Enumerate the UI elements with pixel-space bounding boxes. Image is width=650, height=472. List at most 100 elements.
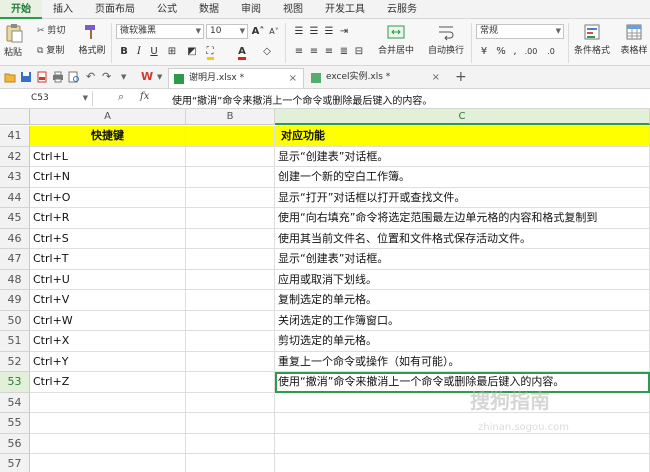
cell-b[interactable] — [186, 413, 275, 434]
magnifier-icon[interactable]: ⌕ — [118, 90, 124, 104]
row-number[interactable]: 47 — [0, 249, 30, 270]
row-number[interactable]: 57 — [0, 454, 30, 472]
cell-c[interactable]: 使用“撤消”命令来撤消上一个命令或删除最后键入的内容。 — [275, 372, 650, 393]
undo-icon[interactable]: ↶ — [86, 71, 98, 83]
conditional-format-button[interactable]: 条件格式 — [572, 23, 612, 57]
row-number[interactable]: 54 — [0, 392, 30, 413]
cell-a[interactable]: Ctrl+R — [30, 208, 186, 229]
cell-b[interactable] — [186, 228, 275, 249]
decrease-font-icon[interactable]: A˅ — [267, 25, 281, 39]
document-tab-2[interactable]: excel实例.xls * × — [306, 68, 446, 88]
menu-tab[interactable]: 开始 — [0, 0, 42, 19]
menu-tab[interactable]: 视图 — [272, 0, 314, 19]
cell-c[interactable]: 使用“向右填充”命令将选定范围最左边单元格的内容和格式复制到 — [275, 208, 650, 229]
cell-c[interactable]: 应用或取消下划线。 — [275, 269, 650, 290]
align-top-icon[interactable]: ☰ — [292, 25, 306, 39]
row-number[interactable]: 51 — [0, 331, 30, 352]
customize-toolbar-icon[interactable]: ▼ — [121, 71, 133, 83]
cell-c[interactable]: 对应功能 — [275, 126, 650, 147]
row-number[interactable]: 56 — [0, 433, 30, 454]
cell-c[interactable] — [275, 433, 650, 454]
cell-a[interactable]: Ctrl+S — [30, 228, 186, 249]
document-tab-1[interactable]: 谢明月.xlsx * × — [168, 68, 304, 88]
align-bottom-icon[interactable]: ☰ — [322, 25, 336, 39]
new-tab-button[interactable]: + — [455, 69, 467, 85]
cell-c[interactable] — [275, 413, 650, 434]
row-number[interactable]: 46 — [0, 228, 30, 249]
row-number[interactable]: 43 — [0, 167, 30, 188]
cell-c[interactable] — [275, 392, 650, 413]
wps-logo-icon[interactable]: W — [141, 71, 153, 83]
cell-c[interactable] — [275, 454, 650, 472]
row-number[interactable]: 41 — [0, 126, 30, 147]
indent-icon[interactable]: ⇥ — [337, 25, 351, 39]
cell-b[interactable] — [186, 331, 275, 352]
currency-icon[interactable]: ¥ — [477, 45, 491, 59]
font-name-select[interactable]: 微软雅黑 ▼ — [116, 24, 204, 39]
cell-c[interactable]: 剪切选定的单元格。 — [275, 331, 650, 352]
cell-a[interactable] — [30, 454, 186, 472]
cell-b[interactable] — [186, 351, 275, 372]
comma-style-icon[interactable]: , — [508, 45, 522, 59]
font-size-select[interactable]: 10 ▼ — [206, 24, 248, 39]
select-all-corner[interactable] — [0, 109, 30, 125]
print-icon[interactable] — [52, 71, 64, 83]
increase-decimal-icon[interactable]: .00 — [524, 45, 538, 59]
print-preview-icon[interactable] — [68, 71, 80, 83]
open-folder-icon[interactable] — [4, 71, 16, 83]
name-box[interactable]: C53 ▼ — [1, 91, 93, 106]
cell-b[interactable] — [186, 392, 275, 413]
increase-font-icon[interactable]: A˄ — [251, 25, 265, 39]
cell-b[interactable] — [186, 433, 275, 454]
cell-c[interactable]: 复制选定的单元格。 — [275, 290, 650, 311]
row-number[interactable]: 50 — [0, 310, 30, 331]
row-number[interactable]: 48 — [0, 269, 30, 290]
align-left-icon[interactable]: ≡ — [292, 45, 306, 59]
cell-a[interactable]: Ctrl+N — [30, 167, 186, 188]
row-number[interactable]: 53 — [0, 372, 30, 393]
cell-b[interactable] — [186, 187, 275, 208]
copy-button[interactable]: ⧉ 复制 — [37, 45, 64, 57]
menu-tab[interactable]: 插入 — [42, 0, 84, 19]
cell-c[interactable]: 显示“创建表”对话框。 — [275, 249, 650, 270]
cell-b[interactable] — [186, 310, 275, 331]
italic-icon[interactable]: I — [132, 45, 146, 59]
formula-input[interactable]: 使用“撤消”命令来撤消上一个命令或删除最后键入的内容。 — [172, 92, 432, 107]
cell-a[interactable]: 快捷键 — [30, 126, 186, 147]
border-icon[interactable]: ⊞ — [165, 45, 179, 59]
cell-a[interactable]: Ctrl+W — [30, 310, 186, 331]
align-right-icon[interactable]: ≡ — [322, 45, 336, 59]
row-number[interactable]: 49 — [0, 290, 30, 311]
cell-b[interactable] — [186, 249, 275, 270]
row-number[interactable]: 45 — [0, 208, 30, 229]
cell-b[interactable] — [186, 126, 275, 147]
cell-a[interactable]: Ctrl+O — [30, 187, 186, 208]
row-number[interactable]: 44 — [0, 187, 30, 208]
column-header-c[interactable]: C — [275, 109, 650, 125]
align-middle-icon[interactable]: ☰ — [307, 25, 321, 39]
column-header-b[interactable]: B — [186, 109, 275, 125]
bold-icon[interactable]: B — [117, 45, 131, 59]
cell-c[interactable]: 显示“创建表”对话框。 — [275, 146, 650, 167]
cell-c[interactable]: 创建一个新的空白工作簿。 — [275, 167, 650, 188]
clear-format-icon[interactable]: ◇ — [260, 45, 274, 59]
decrease-decimal-icon[interactable]: .0 — [544, 45, 558, 59]
font-color-icon[interactable]: A — [235, 45, 249, 60]
wrap-text-button[interactable]: 自动换行 — [426, 23, 466, 57]
cell-a[interactable] — [30, 392, 186, 413]
cell-b[interactable] — [186, 208, 275, 229]
align-center-icon[interactable]: ≡ — [307, 45, 321, 59]
cell-b[interactable] — [186, 146, 275, 167]
cell-a[interactable]: Ctrl+U — [30, 269, 186, 290]
row-number[interactable]: 52 — [0, 351, 30, 372]
menu-tab[interactable]: 开发工具 — [314, 0, 376, 19]
merge-center-button[interactable]: 合并居中 — [374, 23, 418, 57]
cell-a[interactable]: Ctrl+Z — [30, 372, 186, 393]
underline-icon[interactable]: U — [147, 45, 161, 59]
menu-tab[interactable]: 云服务 — [376, 0, 428, 19]
menu-tab[interactable]: 审阅 — [230, 0, 272, 19]
close-icon[interactable]: × — [432, 68, 440, 87]
row-number[interactable]: 42 — [0, 146, 30, 167]
cell-b[interactable] — [186, 167, 275, 188]
justify-icon[interactable]: ≣ — [337, 45, 351, 59]
